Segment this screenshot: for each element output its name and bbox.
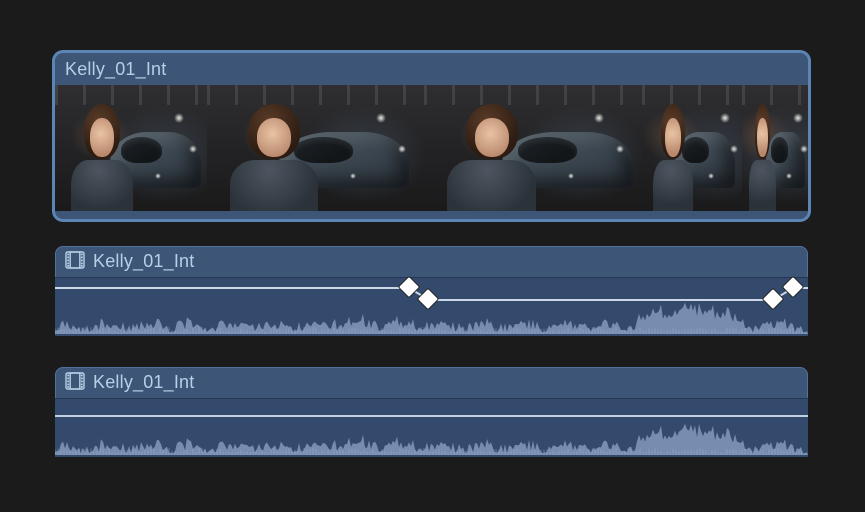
video-thumbnail-strip[interactable]: [55, 85, 808, 211]
clip-title: Kelly_01_Int: [55, 53, 808, 85]
waveform-svg: [55, 399, 808, 457]
clip-title: Kelly_01_Int: [55, 246, 808, 277]
timeline-video-clip[interactable]: Kelly_01_Int: [55, 53, 808, 219]
clip-name-label: Kelly_01_Int: [65, 59, 166, 79]
filmstrip-icon: [65, 372, 85, 390]
video-thumbnail: [207, 85, 424, 211]
video-thumbnail: [642, 85, 742, 211]
audio-waveform[interactable]: [55, 277, 808, 336]
video-thumbnail: [55, 85, 207, 211]
volume-line[interactable]: [55, 415, 808, 417]
video-thumbnail: [424, 85, 642, 211]
clip-title: Kelly_01_Int: [55, 367, 808, 398]
volume-segment[interactable]: [55, 287, 409, 289]
audio-waveform[interactable]: [55, 398, 808, 457]
filmstrip-icon: [65, 251, 85, 269]
clip-name-label: Kelly_01_Int: [93, 372, 194, 392]
volume-segment[interactable]: [428, 299, 773, 301]
timeline-audio-clip-2[interactable]: Kelly_01_Int: [55, 367, 808, 457]
clip-name-label: Kelly_01_Int: [93, 251, 194, 271]
video-thumbnail: [742, 85, 808, 211]
timeline-audio-clip-1[interactable]: Kelly_01_Int: [55, 246, 808, 336]
